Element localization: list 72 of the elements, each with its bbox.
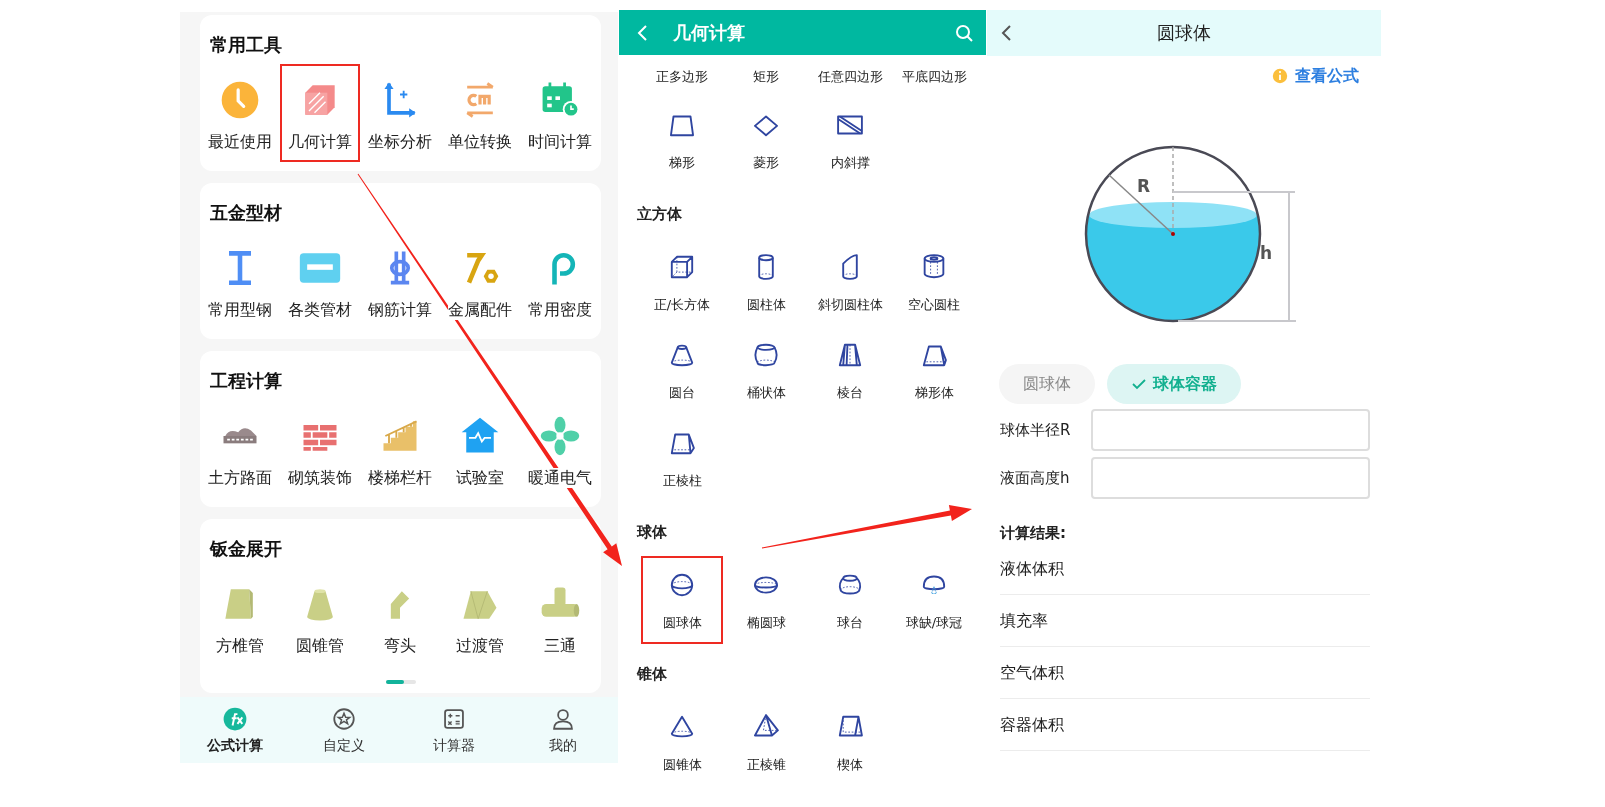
shape-button[interactable]: 内斜撑	[809, 96, 891, 184]
group-title: 球体	[635, 522, 668, 542]
field-label: 液面高度h	[1000, 468, 1071, 488]
result-label: 填充率	[1000, 611, 1048, 630]
tool-button[interactable]: 楼梯栏杆	[360, 400, 440, 498]
result-label: 液体体积	[1000, 559, 1064, 578]
tool-button[interactable]: 三通	[520, 568, 600, 666]
tool-button[interactable]: 常用密度	[520, 232, 600, 330]
tool-button[interactable]: 弯头	[360, 568, 440, 666]
tool-button[interactable]: 砌筑装饰	[280, 400, 360, 498]
section-title: 工程计算	[209, 371, 283, 391]
tool-button[interactable]: 常用型钢	[200, 232, 280, 330]
screen-title: 几何计算	[673, 20, 745, 45]
shape-button[interactable]: 圆锥体	[641, 698, 723, 786]
shape-button[interactable]: 平底四边形	[901, 67, 967, 87]
result-label: 空气体积	[1000, 663, 1064, 682]
nav-tab[interactable]: 我的	[543, 704, 584, 756]
tool-button[interactable]: 方椎管	[200, 568, 280, 666]
nav-tab[interactable]: 公式计算	[200, 704, 269, 756]
group-title: 锥体	[635, 664, 668, 684]
shape-button[interactable]: 圆柱体	[725, 238, 807, 326]
nav-tab[interactable]: 计算器	[426, 704, 481, 756]
info-icon	[1271, 67, 1289, 85]
section-title: 钣金展开	[208, 539, 283, 559]
shape-button[interactable]: 楔体	[809, 698, 891, 786]
shape-button[interactable]: 正棱柱	[641, 414, 723, 502]
shape-button[interactable]: 正棱锥	[725, 698, 807, 786]
results-heading: 计算结果:	[998, 523, 1067, 543]
section-title: 常用工具	[209, 35, 283, 55]
shape-button[interactable]: 任意四边形	[817, 67, 883, 87]
shape-button[interactable]: 菱形	[725, 96, 807, 184]
shape-button[interactable]: 斜切圆柱体	[809, 238, 891, 326]
check-icon	[1131, 376, 1147, 392]
shape-button[interactable]: 桶状体	[725, 326, 807, 414]
tool-button[interactable]: 各类管材	[280, 232, 360, 330]
tool-button[interactable]: 坐标分析	[360, 64, 440, 162]
field-label: 球体半径R	[1000, 420, 1072, 440]
shape-button[interactable]: 棱台	[809, 326, 891, 414]
shape-button[interactable]: 球缺/球冠	[893, 556, 975, 644]
shape-button[interactable]: 圆台	[641, 326, 723, 414]
tool-button[interactable]: 金属配件	[440, 232, 520, 330]
group-title: 立方体	[636, 204, 683, 224]
shape-button[interactable]: 正/长方体	[641, 238, 723, 326]
fx-icon	[221, 705, 248, 732]
shape-button[interactable]: 矩形	[753, 67, 779, 87]
tool-button[interactable]: 土方路面	[200, 400, 280, 498]
tool-button[interactable]: 过渡管	[440, 568, 520, 666]
tool-button[interactable]: 试验室	[440, 400, 520, 498]
section-title: 五金型材	[209, 203, 283, 223]
shape-button[interactable]: 空心圆柱	[893, 238, 975, 326]
shape-button[interactable]: 梯形体	[893, 326, 975, 414]
input-field[interactable]	[1091, 409, 1370, 451]
shape-button[interactable]: 椭圆球	[725, 556, 807, 644]
search-icon[interactable]	[954, 22, 974, 43]
shape-button[interactable]: 圆球体	[641, 556, 723, 644]
tool-button[interactable]: 圆锥管	[280, 568, 360, 666]
page-indicator	[385, 680, 416, 684]
nav-tab[interactable]: 自定义	[317, 704, 372, 756]
input-field[interactable]	[1091, 457, 1370, 499]
shape-button[interactable]: 球台	[809, 556, 891, 644]
shape-button[interactable]: 梯形	[641, 96, 723, 184]
radius-label: R	[1137, 176, 1151, 196]
shape-button[interactable]: 正多边形	[656, 67, 708, 87]
height-label: h	[1260, 243, 1273, 263]
tool-button[interactable]: 单位转换	[440, 64, 520, 162]
fan-icon	[538, 414, 582, 458]
result-label: 容器体积	[1000, 715, 1064, 734]
tool-button[interactable]: 几何计算	[280, 64, 360, 162]
screen-title: 圆球体	[1157, 21, 1211, 45]
tool-button[interactable]: 最近使用	[200, 64, 280, 162]
formula-link[interactable]: 查看公式	[1271, 65, 1359, 87]
tool-button[interactable]: 时间计算	[520, 64, 600, 162]
